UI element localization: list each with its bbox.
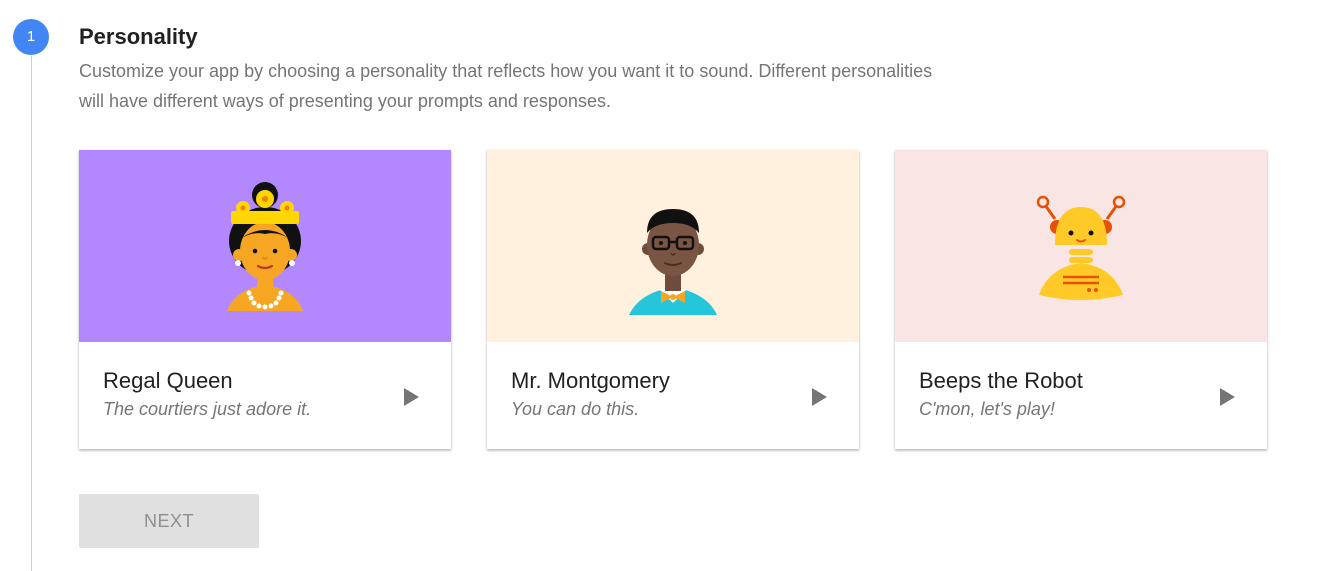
step-title: Personality	[79, 24, 198, 49]
robot-avatar-icon	[1036, 195, 1126, 300]
play-icon[interactable]	[1217, 386, 1237, 408]
step-number-badge: 1	[13, 19, 49, 55]
man-avatar-icon	[629, 209, 717, 315]
card-tagline: C'mon, let's play!	[919, 399, 1055, 419]
play-icon[interactable]	[401, 386, 421, 408]
step-connector-line	[31, 56, 32, 571]
queen-avatar-icon	[227, 182, 303, 311]
step-description: Customize your app by choosing a persona…	[79, 61, 933, 111]
personality-card-beeps-the-robot[interactable]: Beeps the Robot C'mon, let's play!	[895, 150, 1267, 449]
card-name: Mr. Montgomery	[511, 368, 670, 393]
personality-step: 1 Personality Customize your app by choo…	[0, 0, 1322, 571]
play-icon[interactable]	[809, 386, 829, 408]
card-name: Regal Queen	[103, 368, 233, 393]
next-button[interactable]: NEXT	[79, 494, 259, 548]
card-tagline: The courtiers just adore it.	[103, 399, 312, 419]
card-illustration	[895, 150, 1267, 342]
personality-card-mr-montgomery[interactable]: Mr. Montgomery You can do this.	[487, 150, 859, 449]
personality-card-regal-queen[interactable]: Regal Queen The courtiers just adore it.	[79, 150, 451, 449]
personality-cards: Regal Queen The courtiers just adore it.	[79, 150, 1268, 449]
card-illustration	[487, 150, 859, 342]
card-tagline: You can do this.	[511, 399, 640, 419]
card-name: Beeps the Robot	[919, 368, 1083, 393]
card-illustration	[79, 150, 451, 342]
